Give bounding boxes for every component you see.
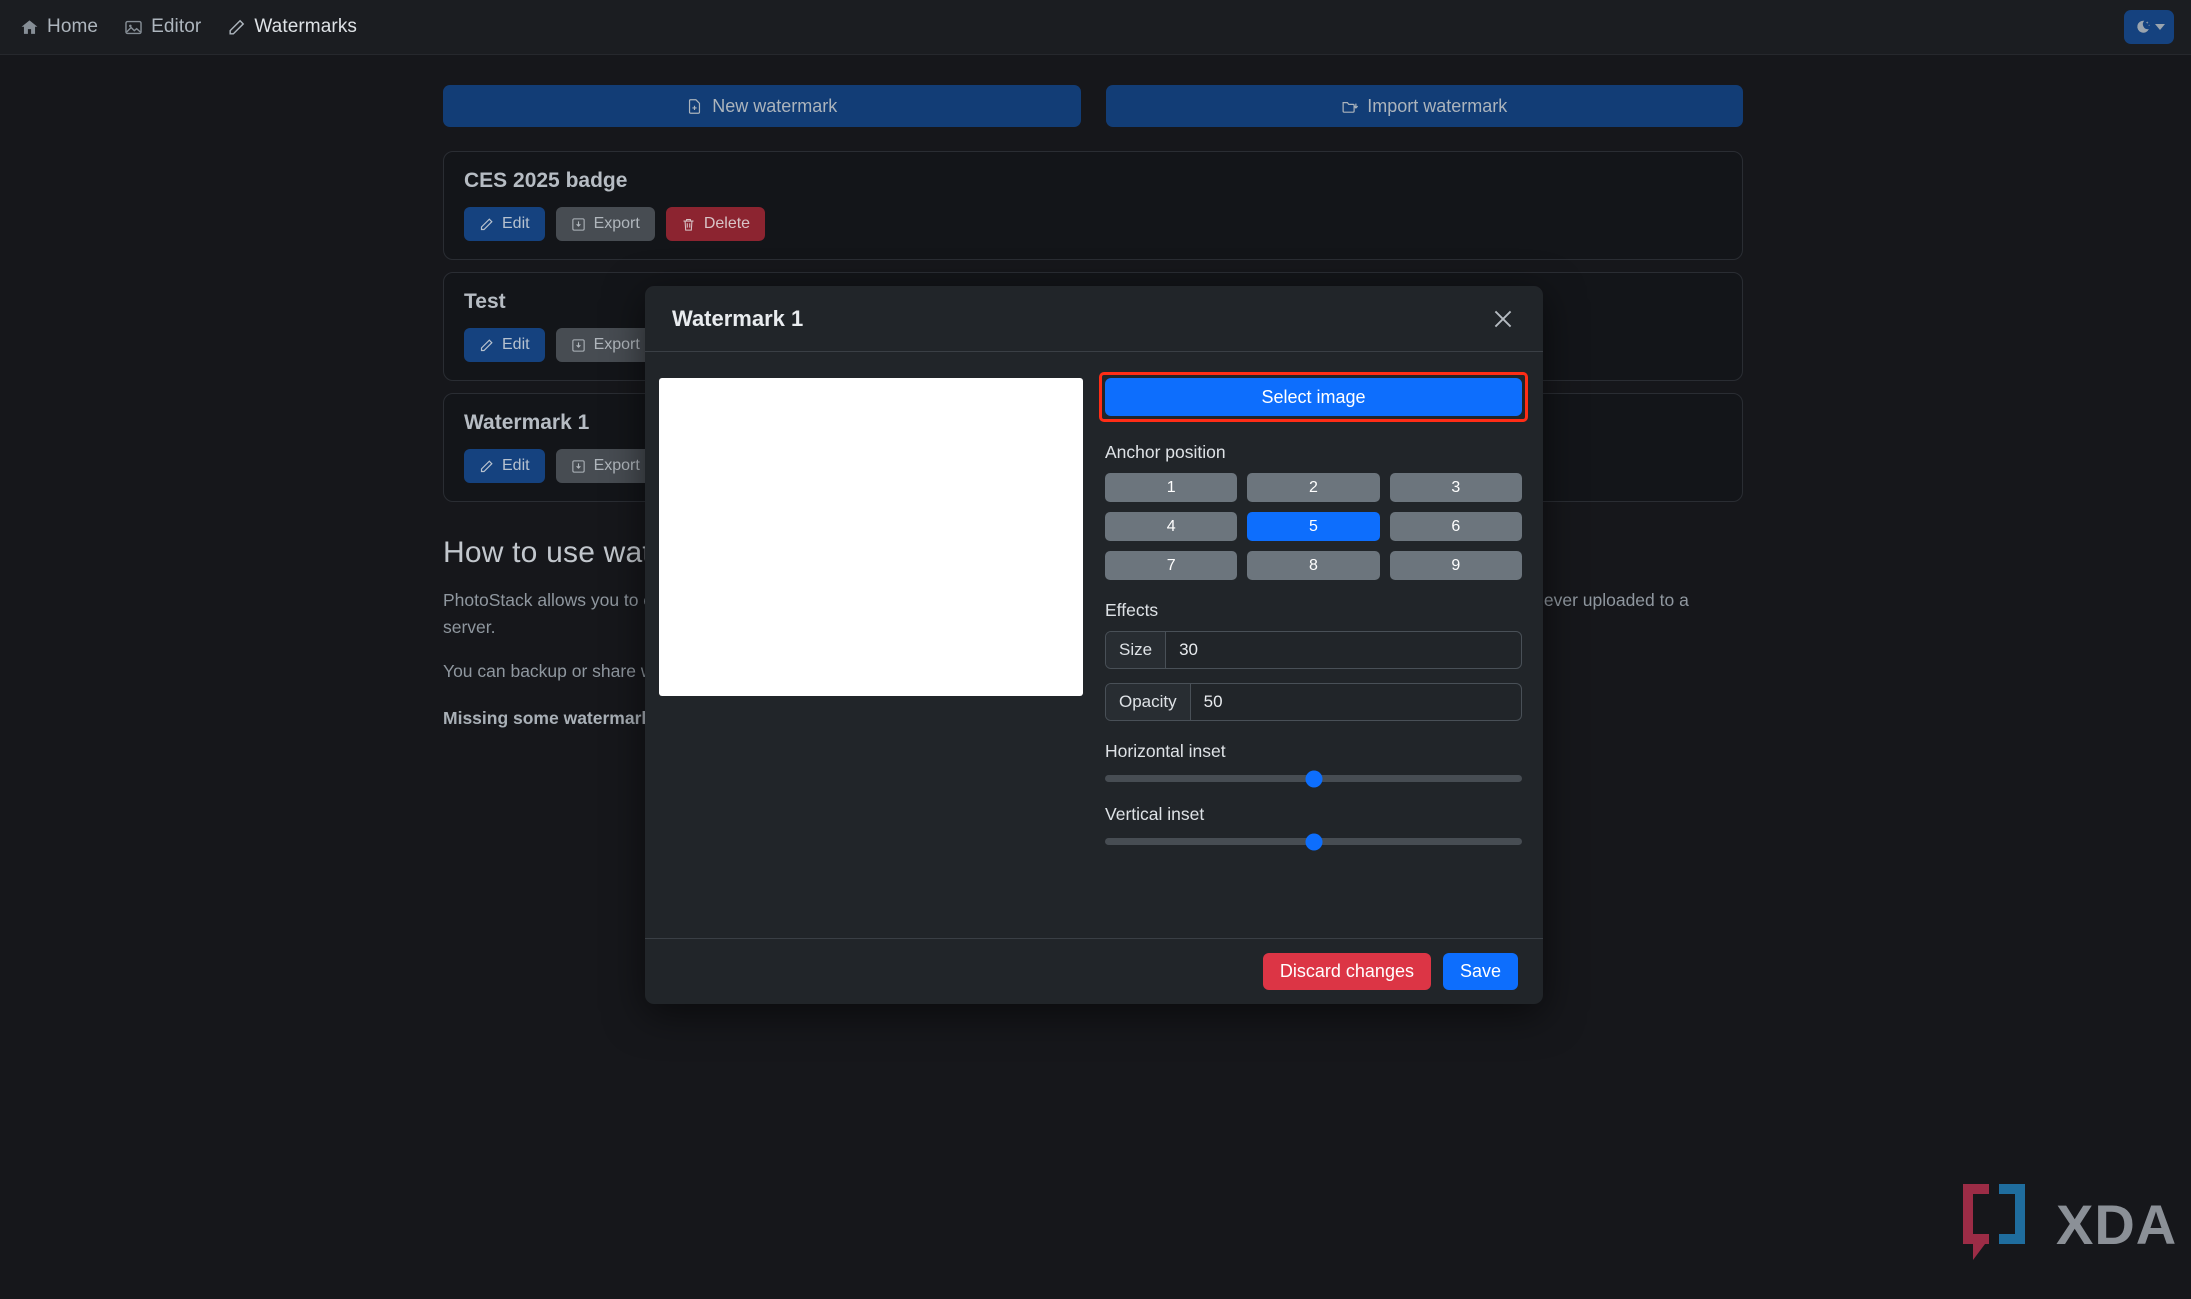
breadcrumb-label-watermarks: Watermarks: [254, 16, 358, 37]
watermark-card: CES 2025 badge Edit Export Delete: [443, 151, 1743, 260]
edit-button[interactable]: Edit: [464, 207, 545, 241]
breadcrumb: Home Editor Watermarks: [20, 16, 357, 38]
breadcrumb-item-home[interactable]: Home: [20, 16, 98, 38]
edit-label: Edit: [502, 457, 530, 474]
xda-bracket-icon: [1955, 1178, 2047, 1271]
download-box-icon: [571, 217, 586, 232]
folder-import-icon: [1341, 98, 1359, 115]
breadcrumb-item-watermarks[interactable]: Watermarks: [227, 16, 357, 38]
xda-watermark-logo: XDA: [1955, 1178, 2177, 1271]
anchor-position-8[interactable]: 8: [1247, 551, 1380, 580]
save-button[interactable]: Save: [1442, 953, 1518, 990]
edit-button[interactable]: Edit: [464, 449, 545, 483]
size-input[interactable]: [1166, 632, 1521, 668]
anchor-position-grid: 1 2 3 4 5 6 7 8 9: [1105, 473, 1522, 580]
discard-changes-button[interactable]: Discard changes: [1262, 953, 1431, 990]
opacity-input[interactable]: [1190, 684, 1521, 720]
pencil-icon: [479, 338, 494, 353]
watermark-card-actions: Edit Export Delete: [464, 207, 1722, 241]
horizontal-inset-slider[interactable]: [1105, 770, 1522, 787]
opacity-field: Opacity: [1105, 683, 1522, 721]
moon-icon: [2134, 19, 2151, 36]
modal-body: Select image Anchor position 1 2 3 4 5 6…: [645, 352, 1543, 938]
opacity-label: Opacity: [1106, 684, 1191, 720]
home-icon: [20, 18, 39, 37]
export-label: Export: [593, 457, 640, 474]
download-box-icon: [571, 459, 586, 474]
modal-header: Watermark 1: [645, 286, 1543, 352]
import-watermark-label: Import watermark: [1367, 95, 1508, 116]
download-box-icon: [571, 338, 586, 353]
anchor-position-7[interactable]: 7: [1105, 551, 1238, 580]
delete-button[interactable]: Delete: [665, 207, 766, 241]
anchor-position-4[interactable]: 4: [1105, 512, 1238, 541]
export-button[interactable]: Export: [555, 207, 655, 241]
export-button[interactable]: Export: [555, 328, 655, 362]
anchor-position-3[interactable]: 3: [1389, 473, 1522, 502]
breadcrumb-label-editor: Editor: [151, 16, 202, 37]
export-button[interactable]: Export: [555, 449, 655, 483]
action-button-row: New watermark Import watermark: [443, 85, 1743, 127]
anchor-position-6[interactable]: 6: [1389, 512, 1522, 541]
vertical-inset-slider[interactable]: [1105, 833, 1522, 850]
anchor-position-5[interactable]: 5: [1247, 512, 1380, 541]
vertical-inset-slider-knob[interactable]: [1305, 833, 1322, 850]
chevron-down-icon: [2154, 24, 2165, 30]
vertical-inset-label: Vertical inset: [1105, 804, 1205, 824]
anchor-position-1[interactable]: 1: [1105, 473, 1238, 502]
top-navigation-bar: Home Editor Watermarks: [0, 0, 2191, 55]
edit-button[interactable]: Edit: [464, 328, 545, 362]
horizontal-inset-label: Horizontal inset: [1105, 741, 1226, 761]
theme-toggle-button[interactable]: [2124, 10, 2174, 44]
size-label: Size: [1106, 632, 1167, 668]
select-image-highlight: Select image: [1099, 372, 1528, 422]
size-field: Size: [1105, 631, 1522, 669]
modal-footer: Discard changes Save: [645, 938, 1543, 1004]
pencil-icon: [479, 217, 494, 232]
new-watermark-button[interactable]: New watermark: [443, 85, 1081, 127]
pencil-icon: [479, 459, 494, 474]
export-label: Export: [593, 215, 640, 232]
watermark-image-preview: [659, 378, 1083, 696]
watermark-edit-modal: Watermark 1 Select image Anchor position…: [645, 286, 1543, 1004]
close-icon[interactable]: [1490, 306, 1516, 332]
anchor-position-2[interactable]: 2: [1247, 473, 1380, 502]
effects-label: Effects: [1105, 600, 1159, 620]
pencil-icon: [227, 18, 246, 37]
anchor-position-9[interactable]: 9: [1389, 551, 1522, 580]
delete-label: Delete: [703, 215, 751, 232]
edit-label: Edit: [502, 215, 530, 232]
xda-wordmark: XDA: [2056, 1192, 2178, 1256]
export-label: Export: [593, 336, 640, 353]
watermark-name: CES 2025 badge: [464, 169, 628, 192]
trash-icon: [681, 217, 696, 232]
horizontal-inset-slider-knob[interactable]: [1305, 770, 1322, 787]
breadcrumb-item-editor[interactable]: Editor: [124, 16, 201, 38]
import-watermark-button[interactable]: Import watermark: [1105, 85, 1743, 127]
select-image-button[interactable]: Select image: [1105, 378, 1522, 416]
breadcrumb-label-home: Home: [47, 16, 99, 37]
edit-label: Edit: [502, 336, 530, 353]
image-icon: [124, 18, 143, 37]
new-watermark-label: New watermark: [712, 95, 838, 116]
modal-title: Watermark 1: [672, 305, 804, 331]
anchor-position-label: Anchor position: [1105, 442, 1226, 462]
file-plus-icon: [686, 98, 703, 115]
watermark-settings-panel: Select image Anchor position 1 2 3 4 5 6…: [1099, 372, 1528, 938]
